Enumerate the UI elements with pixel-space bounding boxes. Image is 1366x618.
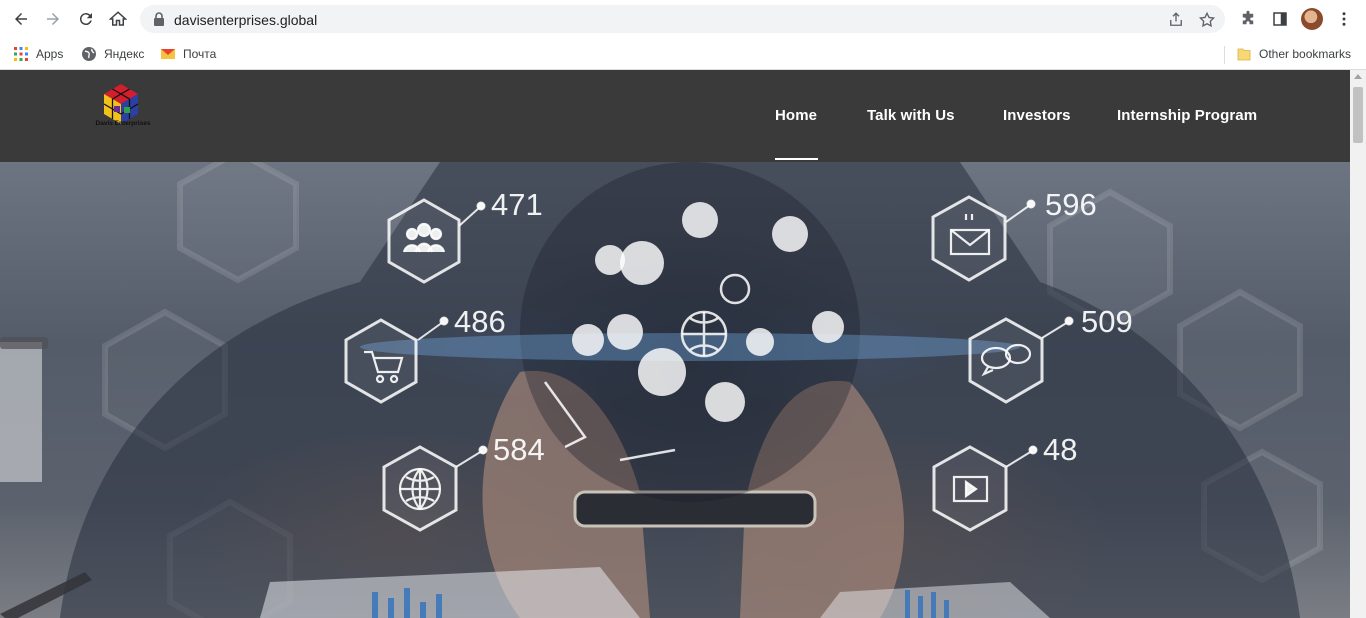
menu-kebab-icon[interactable] [1333,8,1355,30]
forward-icon[interactable] [40,7,66,31]
badge-value: 48 [1043,432,1077,467]
bookmark-label: Яндекс [104,47,145,61]
nav-active-indicator [775,158,818,160]
side-panel-icon[interactable] [1269,8,1291,30]
bookmark-yandex[interactable]: Яндекс [81,44,144,64]
page-viewport: Davis Enterprises Home Talk with Us Inve… [0,70,1350,618]
people-hex [387,198,461,284]
bookmark-mail[interactable]: Почта [160,44,216,64]
url-text: davisenterprises.global [174,12,318,28]
nav-investors[interactable]: Investors [1003,107,1071,124]
extensions-icon[interactable] [1237,8,1259,30]
scroll-thumb[interactable] [1353,87,1363,143]
nav-internship-program[interactable]: Internship Program [1117,107,1257,124]
browser-toolbar: davisenterprises.global [0,0,1366,38]
nav-home[interactable]: Home [775,107,817,124]
lock-icon [154,12,164,26]
logo-text: Davis Enterprises [95,120,151,127]
page-scrollbar[interactable] [1350,70,1366,618]
reload-icon[interactable] [73,7,99,31]
bookmark-label: Apps [36,47,64,61]
cart-hex [344,318,418,404]
scroll-up-icon[interactable] [1354,74,1362,79]
back-icon[interactable] [8,7,34,31]
other-bookmarks[interactable]: Other bookmarks [1236,44,1351,64]
badge-value: 509 [1081,304,1133,339]
bookmarks-divider [1224,46,1225,64]
hero-banner: 471 486 584 596 509 48 [0,162,1350,618]
globe-icon [82,47,96,61]
mail-icon [161,49,175,59]
badge-value: 471 [491,187,543,222]
badge-value: 596 [1045,187,1097,222]
profile-avatar[interactable] [1301,8,1323,30]
star-icon[interactable] [1198,11,1216,29]
nav-talk-with-us[interactable]: Talk with Us [867,107,955,124]
apps-grid-icon [14,47,28,61]
bookmarks-bar: Apps Яндекс Почта Other bookmarks [0,38,1366,70]
site-header: Davis Enterprises Home Talk with Us Inve… [0,70,1350,162]
badge-value: 584 [493,432,545,467]
bookmark-apps[interactable]: Apps [13,44,63,64]
bookmark-label: Почта [183,47,217,61]
logo[interactable] [86,82,156,144]
address-bar[interactable]: davisenterprises.global [140,5,1225,33]
share-icon[interactable] [1167,11,1185,29]
other-bookmarks-label: Other bookmarks [1259,47,1352,61]
folder-icon [1237,48,1251,61]
hero-illustration: 471 486 584 596 509 48 [0,162,1323,618]
badge-value: 486 [454,304,506,339]
home-icon[interactable] [105,7,131,31]
